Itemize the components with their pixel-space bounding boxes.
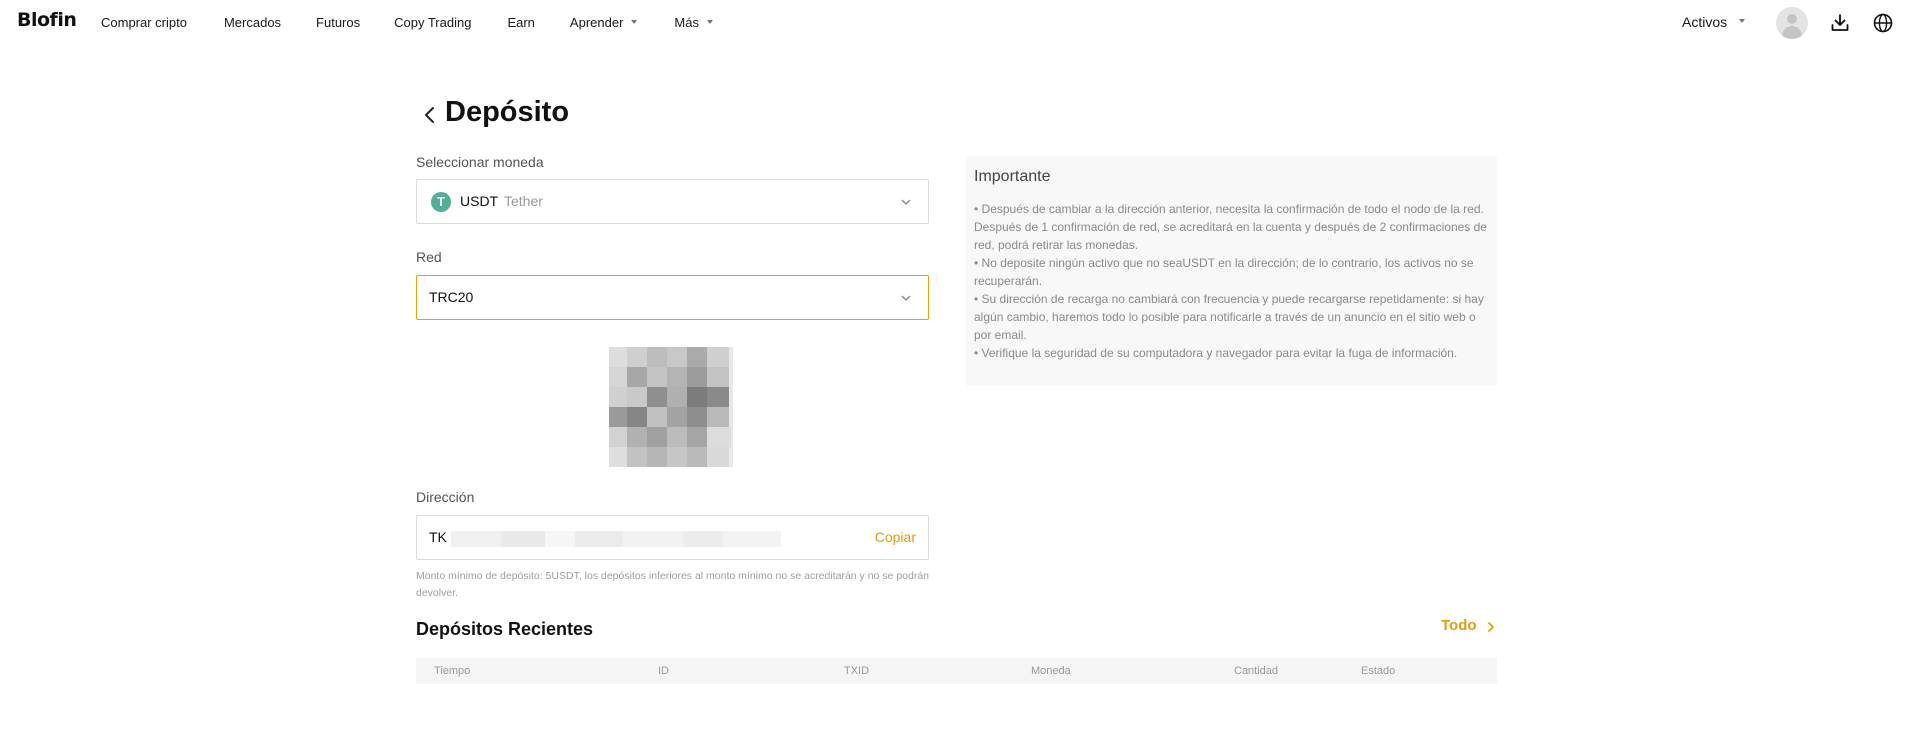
nav-label: Mercados [223, 15, 282, 30]
chevron-down-icon [901, 199, 911, 205]
coin-symbol: USDT [460, 193, 499, 209]
network-value: TRC20 [429, 289, 474, 305]
avatar-head [1787, 14, 1797, 24]
address-redacted [451, 531, 781, 547]
nav-label: Copy Trading [394, 15, 472, 30]
download-icon[interactable] [1829, 12, 1851, 34]
view-all-link[interactable]: Todo [1441, 617, 1477, 634]
nav-label: Earn [507, 15, 535, 30]
globe-icon[interactable] [1872, 12, 1894, 34]
main-nav: Comprar cripto Mercados Futuros Copy Tra… [101, 15, 713, 30]
important-item: • Su dirección de recarga no cambiará co… [974, 292, 1484, 342]
coin-select[interactable]: T USDT Tether [416, 179, 929, 224]
column-header-txid: TXID [844, 665, 870, 677]
avatar-body [1782, 26, 1802, 39]
top-navbar: Blofin Comprar cripto Mercados Futuros C… [0, 0, 1915, 46]
nav-mas[interactable]: Más [674, 15, 713, 30]
nav-aprender[interactable]: Aprender [569, 15, 638, 30]
important-item: • Después de cambiar a la dirección ante… [974, 202, 1487, 252]
assets-menu[interactable]: Activos [1682, 14, 1746, 30]
nav-comprar-cripto[interactable]: Comprar cripto [101, 15, 187, 30]
nav-label: Futuros [316, 15, 361, 30]
nav-copy-trading[interactable]: Copy Trading [394, 15, 471, 30]
important-item: • No deposite ningún activo que no seaUS… [974, 256, 1474, 288]
min-deposit-note: Monto mínimo de depósito: 5USDT, los dep… [416, 570, 930, 599]
nav-earn[interactable]: Earn [507, 15, 534, 30]
caret-down-icon [706, 19, 713, 24]
nav-label: Aprender [569, 15, 624, 30]
address-value: TK [429, 529, 447, 545]
column-header-amount: Cantidad [1234, 665, 1279, 677]
chevron-down-icon [901, 295, 911, 301]
avatar[interactable] [1776, 7, 1808, 39]
blofin-logo[interactable]: Blofin [17, 9, 77, 31]
back-arrow-icon[interactable] [421, 104, 439, 126]
deposit-qr-code [606, 347, 736, 469]
column-header-status: Estado [1361, 665, 1396, 677]
tether-icon: T [431, 192, 451, 212]
network-select[interactable]: TRC20 [416, 275, 929, 320]
copy-address-button[interactable]: Copiar [875, 529, 916, 545]
important-notice-panel: Importante • Después de cambiar a la dir… [966, 156, 1497, 386]
nav-label: Más [674, 15, 699, 30]
page-title: Depósito [445, 96, 570, 128]
coin-name: Tether [504, 193, 543, 209]
address-field[interactable]: TK Copiar [416, 515, 929, 560]
assets-label: Activos [1682, 14, 1728, 30]
nav-mercados[interactable]: Mercados [224, 15, 281, 30]
coin-select-label: Seleccionar moneda [416, 154, 544, 170]
recent-deposits-title: Depósitos Recientes [416, 619, 594, 639]
address-label: Dirección [416, 489, 475, 505]
column-header-coin: Moneda [1031, 665, 1071, 677]
network-select-label: Red [416, 249, 442, 265]
nav-futuros[interactable]: Futuros [316, 15, 360, 30]
column-header-time: Tiempo [434, 665, 471, 677]
important-item: • Verifique la seguridad de su computado… [974, 346, 1458, 360]
column-header-id: ID [658, 665, 669, 677]
caret-down-icon [1739, 19, 1746, 24]
chevron-right-icon[interactable] [1486, 620, 1496, 634]
recent-deposits-table-header: Tiempo ID TXID Moneda Cantidad Estado [416, 658, 1497, 684]
nav-label: Comprar cripto [101, 15, 187, 30]
caret-down-icon [631, 19, 638, 24]
important-title: Importante [974, 168, 1051, 185]
